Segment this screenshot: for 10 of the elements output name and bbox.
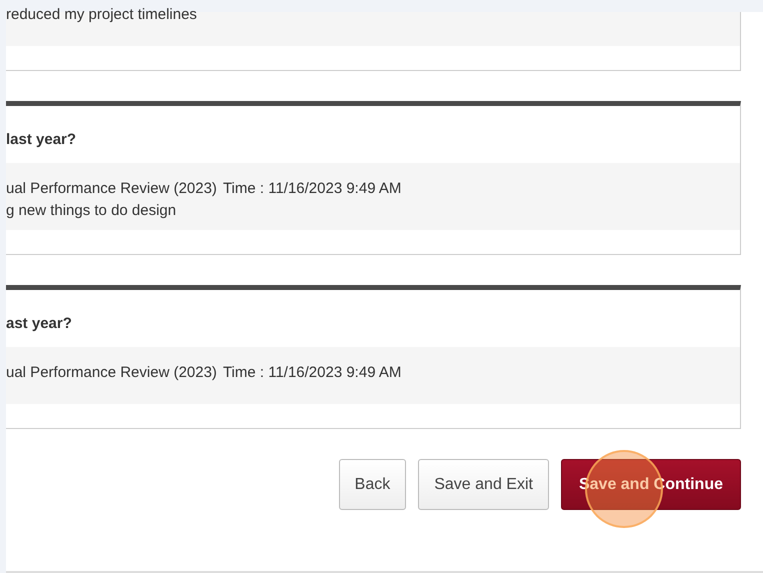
answer-text: reduced my project timelines [6, 5, 197, 25]
answer-text: g new things to do design [6, 201, 178, 221]
question-text: last year? [6, 130, 78, 150]
nav-button[interactable]: Back [338, 459, 406, 510]
review-name: ual Performance Review (2023) [6, 179, 217, 199]
question-text: ast year? [6, 314, 73, 334]
timestamp: Time : 11/16/2023 9:49 AM [222, 363, 402, 383]
nav-button[interactable]: Save and Exit [418, 459, 549, 510]
timestamp: Time : 11/16/2023 9:49 AM [222, 179, 402, 199]
review-name: ual Performance Review (2023) [6, 363, 217, 383]
